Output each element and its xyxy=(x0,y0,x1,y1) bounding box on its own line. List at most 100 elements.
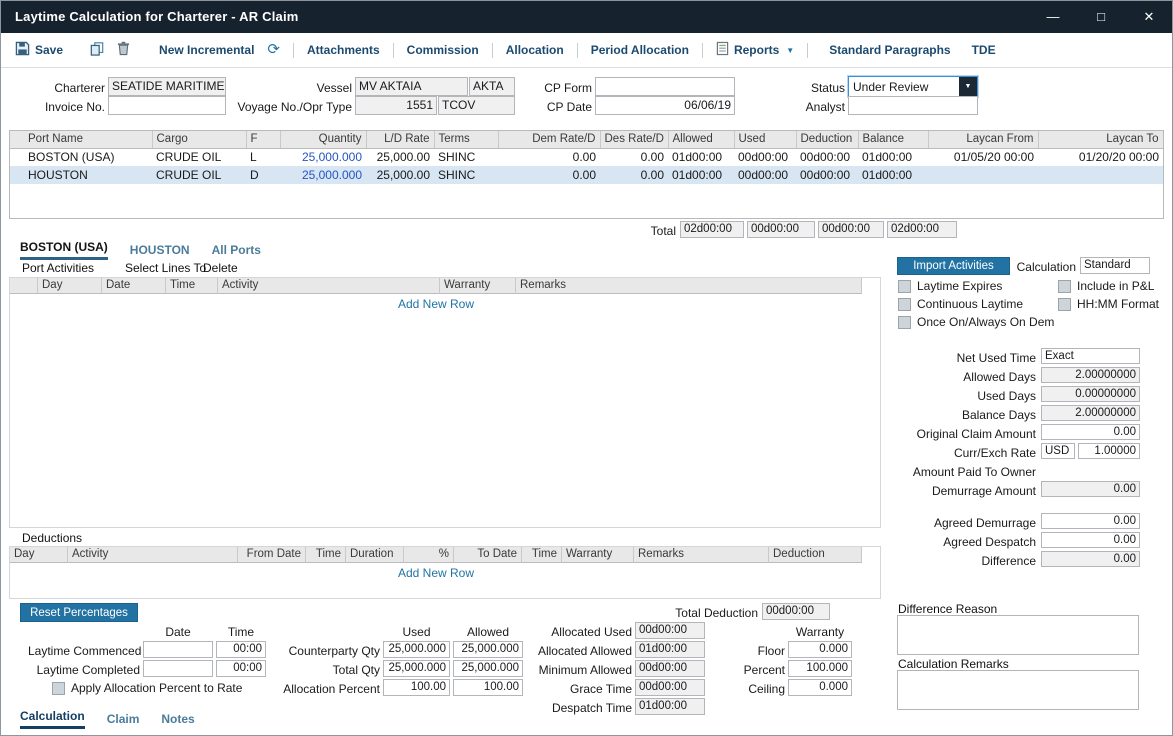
cell-terms[interactable]: SHINC xyxy=(434,166,498,184)
column-header-port-name[interactable]: Port Name xyxy=(10,131,152,148)
deductions-column-day[interactable]: Day xyxy=(10,547,68,563)
cell-deduction[interactable]: 00d00:00 xyxy=(796,148,858,166)
column-header-f[interactable]: F xyxy=(246,131,280,148)
column-header-balance[interactable]: Balance xyxy=(858,131,928,148)
cell-allowed[interactable]: 01d00:00 xyxy=(668,148,734,166)
reset-percentages-button[interactable]: Reset Percentages xyxy=(20,603,138,622)
cell-des-rate[interactable]: 0.00 xyxy=(600,148,668,166)
import-activities-button[interactable]: Import Activities xyxy=(897,257,1010,275)
cell-dem-rate[interactable]: 0.00 xyxy=(498,166,600,184)
floor-field[interactable]: 0.000 xyxy=(788,641,852,658)
cell-balance[interactable]: 01d00:00 xyxy=(858,148,928,166)
tab-boston[interactable]: BOSTON (USA) xyxy=(20,240,108,260)
save-button[interactable]: Save xyxy=(15,41,63,59)
column-header-cargo[interactable]: Cargo xyxy=(152,131,246,148)
column-header-des-rate[interactable]: Des Rate/D xyxy=(600,131,668,148)
agreed-despatch-field[interactable]: 0.00 xyxy=(1041,532,1140,548)
column-header-deduction[interactable]: Deduction xyxy=(796,131,858,148)
original-claim-field[interactable]: 0.00 xyxy=(1041,424,1140,440)
counterparty-used-field[interactable]: 25,000.000 xyxy=(383,641,450,658)
delete-lines-link[interactable]: Delete xyxy=(203,261,238,275)
cell-allowed[interactable]: 01d00:00 xyxy=(668,166,734,184)
laytime-expires-checkbox[interactable] xyxy=(898,280,911,293)
tab-claim[interactable]: Claim xyxy=(107,712,140,729)
column-header-dem-rate[interactable]: Dem Rate/D xyxy=(498,131,600,148)
deductions-column-percent[interactable]: % xyxy=(404,547,454,563)
deductions-column-duration[interactable]: Duration xyxy=(346,547,404,563)
deductions-column-deduction[interactable]: Deduction xyxy=(769,547,862,563)
reports-button[interactable]: Reports ▼ xyxy=(716,41,794,59)
tab-houston[interactable]: HOUSTON xyxy=(130,243,190,260)
once-on-dem-checkbox[interactable] xyxy=(898,316,911,329)
column-header-laycan-from[interactable]: Laycan From xyxy=(928,131,1038,148)
net-used-time-field[interactable]: Exact xyxy=(1041,348,1140,364)
allocation-button[interactable]: Allocation xyxy=(506,43,564,57)
allocation-percent-allowed-field[interactable]: 100.00 xyxy=(453,679,523,696)
period-allocation-button[interactable]: Period Allocation xyxy=(591,43,689,57)
cp-date-field[interactable]: 06/06/19 xyxy=(595,96,735,115)
difference-reason-textarea[interactable] xyxy=(897,615,1139,655)
column-header-quantity[interactable]: Quantity xyxy=(280,131,366,148)
cell-des-rate[interactable]: 0.00 xyxy=(600,166,668,184)
tab-calculation[interactable]: Calculation xyxy=(20,709,85,729)
agreed-demurrage-field[interactable]: 0.00 xyxy=(1041,513,1140,529)
voyage-no-field[interactable]: 1551 xyxy=(355,96,437,115)
cell-balance[interactable]: 01d00:00 xyxy=(858,166,928,184)
standard-paragraphs-button[interactable]: Standard Paragraphs xyxy=(829,43,950,57)
cell-laycan-from[interactable] xyxy=(928,166,1038,184)
deductions-column-from-date[interactable]: From Date xyxy=(238,547,306,563)
cell-ld-rate[interactable]: 25,000.00 xyxy=(366,148,434,166)
port-row[interactable]: BOSTON (USA) CRUDE OIL L 25,000.000 25,0… xyxy=(10,148,1163,166)
counterparty-allowed-field[interactable]: 25,000.000 xyxy=(453,641,523,658)
vessel-name-field[interactable]: MV AKTAIA xyxy=(355,77,468,96)
calculation-field[interactable]: Standard xyxy=(1080,257,1150,274)
port-row[interactable]: HOUSTON CRUDE OIL D 25,000.000 25,000.00… xyxy=(10,166,1163,184)
cell-used[interactable]: 00d00:00 xyxy=(734,148,796,166)
cell-used[interactable]: 00d00:00 xyxy=(734,166,796,184)
cp-form-field[interactable] xyxy=(595,77,735,96)
activities-column-time[interactable]: Time xyxy=(166,278,218,294)
status-dropdown[interactable]: Under Review ▼ xyxy=(848,76,978,97)
deductions-column-remarks[interactable]: Remarks xyxy=(634,547,769,563)
cell-dem-rate[interactable]: 0.00 xyxy=(498,148,600,166)
cell-laycan-to[interactable] xyxy=(1038,166,1163,184)
continuous-laytime-checkbox[interactable] xyxy=(898,298,911,311)
deductions-column-to-time[interactable]: Time xyxy=(522,547,562,563)
laytime-commenced-date-field[interactable] xyxy=(143,641,213,658)
laytime-completed-date-field[interactable] xyxy=(143,660,213,677)
cell-deduction[interactable]: 00d00:00 xyxy=(796,166,858,184)
tde-button[interactable]: TDE xyxy=(972,43,996,57)
deductions-column-activity[interactable]: Activity xyxy=(68,547,238,563)
cell-port-name[interactable]: HOUSTON xyxy=(10,166,152,184)
activities-column-date[interactable]: Date xyxy=(102,278,166,294)
cell-laycan-from[interactable]: 01/05/20 00:00 xyxy=(928,148,1038,166)
calculation-remarks-textarea[interactable] xyxy=(897,670,1139,710)
charterer-field[interactable]: SEATIDE MARITIME xyxy=(108,77,226,96)
dropdown-arrow-icon[interactable]: ▼ xyxy=(959,77,977,96)
minimize-button[interactable]: — xyxy=(1029,0,1077,33)
total-qty-used-field[interactable]: 25,000.000 xyxy=(383,660,450,677)
cell-cargo[interactable]: CRUDE OIL xyxy=(152,148,246,166)
hhmm-format-checkbox[interactable] xyxy=(1058,298,1071,311)
activities-column-warranty[interactable]: Warranty xyxy=(440,278,516,294)
column-header-ld-rate[interactable]: L/D Rate xyxy=(366,131,434,148)
refresh-button[interactable]: ⟳ xyxy=(267,43,280,57)
new-incremental-button[interactable]: New Incremental xyxy=(159,43,254,57)
invoice-no-field[interactable] xyxy=(108,96,226,115)
allocation-percent-used-field[interactable]: 100.00 xyxy=(383,679,450,696)
maximize-button[interactable]: □ xyxy=(1077,0,1125,33)
laytime-commenced-time-field[interactable]: 00:00 xyxy=(216,641,266,658)
cell-port-name[interactable]: BOSTON (USA) xyxy=(10,148,152,166)
activities-column-activity[interactable]: Activity xyxy=(218,278,440,294)
delete-button[interactable] xyxy=(117,41,130,59)
tab-all-ports[interactable]: All Ports xyxy=(212,243,261,260)
cell-terms[interactable]: SHINC xyxy=(434,148,498,166)
cell-quantity-link[interactable]: 25,000.000 xyxy=(280,148,366,166)
percent-field[interactable]: 100.000 xyxy=(788,660,852,677)
attachments-button[interactable]: Attachments xyxy=(307,43,380,57)
analyst-field[interactable] xyxy=(848,96,978,115)
column-header-used[interactable]: Used xyxy=(734,131,796,148)
deductions-column-to-date[interactable]: To Date xyxy=(454,547,522,563)
apply-allocation-checkbox[interactable] xyxy=(52,682,65,695)
commission-button[interactable]: Commission xyxy=(407,43,479,57)
